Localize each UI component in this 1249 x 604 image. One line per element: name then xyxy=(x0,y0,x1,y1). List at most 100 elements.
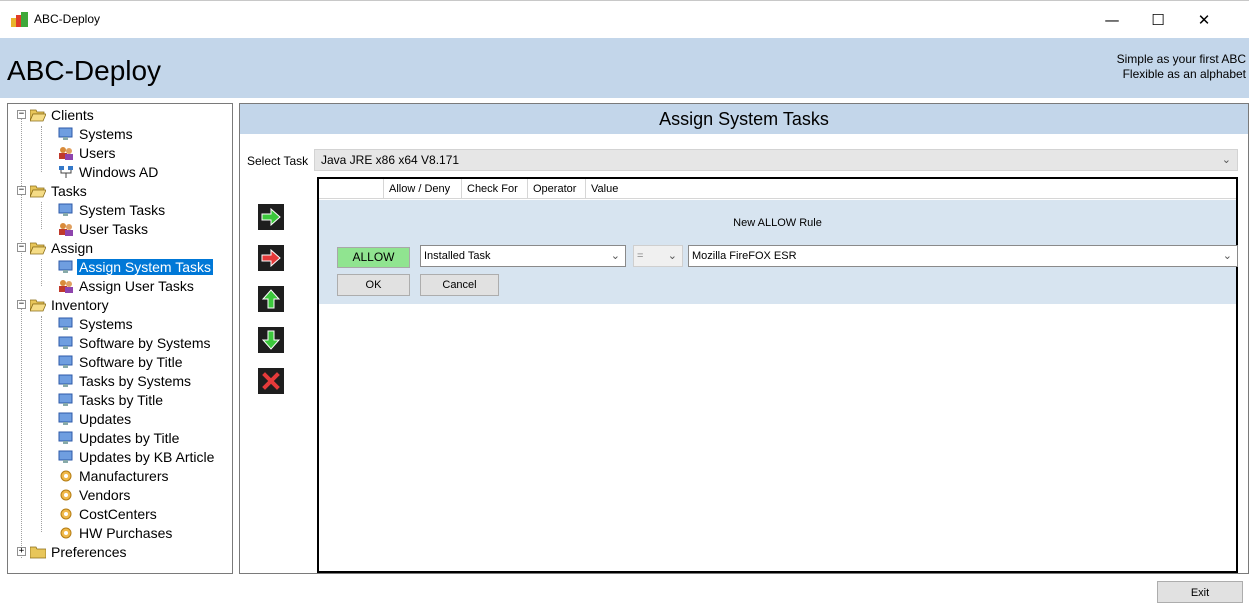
tree-label: Clients xyxy=(51,106,94,123)
slogan: Simple as your first ABC Flexible as an … xyxy=(1117,52,1246,82)
chevron-down-icon: ⌄ xyxy=(667,249,677,262)
folder-open-icon xyxy=(30,109,46,121)
computer-icon xyxy=(58,393,73,406)
tree-branch-line xyxy=(41,259,42,286)
chevron-down-icon: ⌄ xyxy=(1221,153,1231,166)
tree-node-user-tasks[interactable]: User Tasks xyxy=(58,219,150,238)
tree-node-manufacturers[interactable]: Manufacturers xyxy=(58,466,170,485)
tree-node-inventory[interactable]: Inventory xyxy=(30,295,111,314)
tree-branch-line xyxy=(41,126,42,172)
chevron-down-icon: ⌄ xyxy=(1222,249,1232,262)
computer-icon xyxy=(58,260,73,273)
tree-label: Software by Title xyxy=(79,353,183,370)
close-button[interactable]: ✕ xyxy=(1181,7,1227,33)
gear-icon xyxy=(60,527,72,538)
value-dropdown[interactable]: Mozilla FireFOX ESR ⌄ xyxy=(688,245,1238,267)
add-rule-button[interactable] xyxy=(258,204,284,230)
cancel-button[interactable]: Cancel xyxy=(420,274,499,296)
tree-node-hw-purchases[interactable]: HW Purchases xyxy=(58,523,174,542)
arrow-down-icon xyxy=(262,330,280,350)
collapse-icon[interactable]: − xyxy=(17,243,26,252)
tree-label: Assign xyxy=(51,239,94,256)
tree-node-windows-ad[interactable]: Windows AD xyxy=(58,162,160,181)
tree-label: Tasks by Systems xyxy=(79,372,192,389)
tree-node-updates-by-title[interactable]: Updates by Title xyxy=(58,428,181,447)
tree-node-software-by-title[interactable]: Software by Title xyxy=(58,352,185,371)
tree-branch-line xyxy=(41,202,42,229)
tree-label: User Tasks xyxy=(79,220,148,237)
tree-label: HW Purchases xyxy=(79,524,173,541)
tree-label: Users xyxy=(79,144,116,161)
computer-icon xyxy=(58,412,73,425)
tree-node-preferences[interactable]: Preferences xyxy=(30,542,128,561)
gear-icon xyxy=(60,470,72,481)
column-header-check-for[interactable]: Check For xyxy=(461,179,527,199)
navigation-tree[interactable]: − Clients Systems Users Windows AD − Tas… xyxy=(7,103,233,574)
tree-node-updates[interactable]: Updates xyxy=(58,409,133,428)
column-header-operator[interactable]: Operator xyxy=(527,179,585,199)
tree-node-clients-systems[interactable]: Systems xyxy=(58,124,135,143)
value-value: Mozilla FireFOX ESR xyxy=(692,250,797,262)
tree-node-assign[interactable]: Assign xyxy=(30,238,95,257)
gear-icon xyxy=(60,508,72,519)
check-for-value: Installed Task xyxy=(424,250,491,262)
tree-label: Windows AD xyxy=(79,163,159,180)
check-for-dropdown[interactable]: Installed Task ⌄ xyxy=(420,245,626,267)
tree-node-system-tasks[interactable]: System Tasks xyxy=(58,200,167,219)
users-icon xyxy=(59,279,73,293)
add-deny-rule-button[interactable] xyxy=(258,245,284,271)
column-header-allow-deny[interactable]: Allow / Deny xyxy=(383,179,461,199)
folder-icon xyxy=(30,546,46,558)
tree-label: Assign System Tasks xyxy=(75,257,215,276)
computer-icon xyxy=(58,317,73,330)
users-icon xyxy=(59,146,73,160)
exit-button[interactable]: Exit xyxy=(1157,581,1243,603)
tree-label: Vendors xyxy=(79,486,131,503)
rules-grid[interactable]: Allow / Deny Check For Operator Value Ne… xyxy=(317,177,1238,573)
ok-button[interactable]: OK xyxy=(337,274,410,296)
app-name: ABC-Deploy xyxy=(7,55,162,86)
tree-label: Systems xyxy=(79,315,133,332)
arrow-right-green-icon xyxy=(261,208,281,226)
tree-node-inv-systems[interactable]: Systems xyxy=(58,314,135,333)
tree-node-tasks-by-title[interactable]: Tasks by Title xyxy=(58,390,165,409)
minimize-button[interactable]: — xyxy=(1089,7,1135,33)
arrow-up-icon xyxy=(262,289,280,309)
slogan-line-2: Flexible as an alphabet xyxy=(1122,67,1246,81)
folder-open-icon xyxy=(30,242,46,254)
tree-node-tasks[interactable]: Tasks xyxy=(30,181,89,200)
tree-node-software-by-systems[interactable]: Software by Systems xyxy=(58,333,213,352)
main-panel: Assign System Tasks Select Task Java JRE… xyxy=(239,103,1249,574)
tree-node-costcenters[interactable]: CostCenters xyxy=(58,504,159,523)
tree-node-tasks-by-systems[interactable]: Tasks by Systems xyxy=(58,371,193,390)
computer-icon xyxy=(58,127,73,140)
tree-label: Software by Systems xyxy=(79,334,211,351)
title-bar: ABC-Deploy — ☐ ✕ xyxy=(0,0,1249,38)
column-header-value[interactable]: Value xyxy=(585,179,645,199)
maximize-button[interactable]: ☐ xyxy=(1135,7,1181,33)
app-icon xyxy=(11,12,28,27)
tree-node-vendors[interactable]: Vendors xyxy=(58,485,132,504)
collapse-icon[interactable]: − xyxy=(17,186,26,195)
computer-icon xyxy=(58,203,73,216)
delete-rule-button[interactable] xyxy=(258,368,284,394)
move-down-button[interactable] xyxy=(258,327,284,353)
tree-node-clients[interactable]: Clients xyxy=(30,105,96,124)
operator-dropdown[interactable]: = ⌄ xyxy=(633,245,683,267)
tree-node-clients-users[interactable]: Users xyxy=(58,143,118,162)
collapse-icon[interactable]: − xyxy=(17,300,26,309)
tree-label: Updates xyxy=(79,410,132,427)
select-task-label: Select Task xyxy=(247,154,309,168)
window-title: ABC-Deploy xyxy=(34,12,101,26)
selected-task-value: Java JRE x86 x64 V8.171 xyxy=(321,153,460,167)
tree-node-updates-by-kb[interactable]: Updates by KB Article xyxy=(58,447,216,466)
collapse-icon[interactable]: − xyxy=(17,110,26,119)
tree-node-assign-user-tasks[interactable]: Assign User Tasks xyxy=(58,276,196,295)
tree-node-assign-system-tasks[interactable]: Assign System Tasks xyxy=(58,257,215,276)
tree-label: System Tasks xyxy=(79,201,166,218)
move-up-button[interactable] xyxy=(258,286,284,312)
network-icon xyxy=(59,165,73,178)
expand-icon[interactable]: + xyxy=(17,547,26,556)
allow-deny-toggle[interactable]: ALLOW xyxy=(337,247,410,268)
select-task-dropdown[interactable]: Java JRE x86 x64 V8.171 ⌄ xyxy=(314,149,1238,171)
